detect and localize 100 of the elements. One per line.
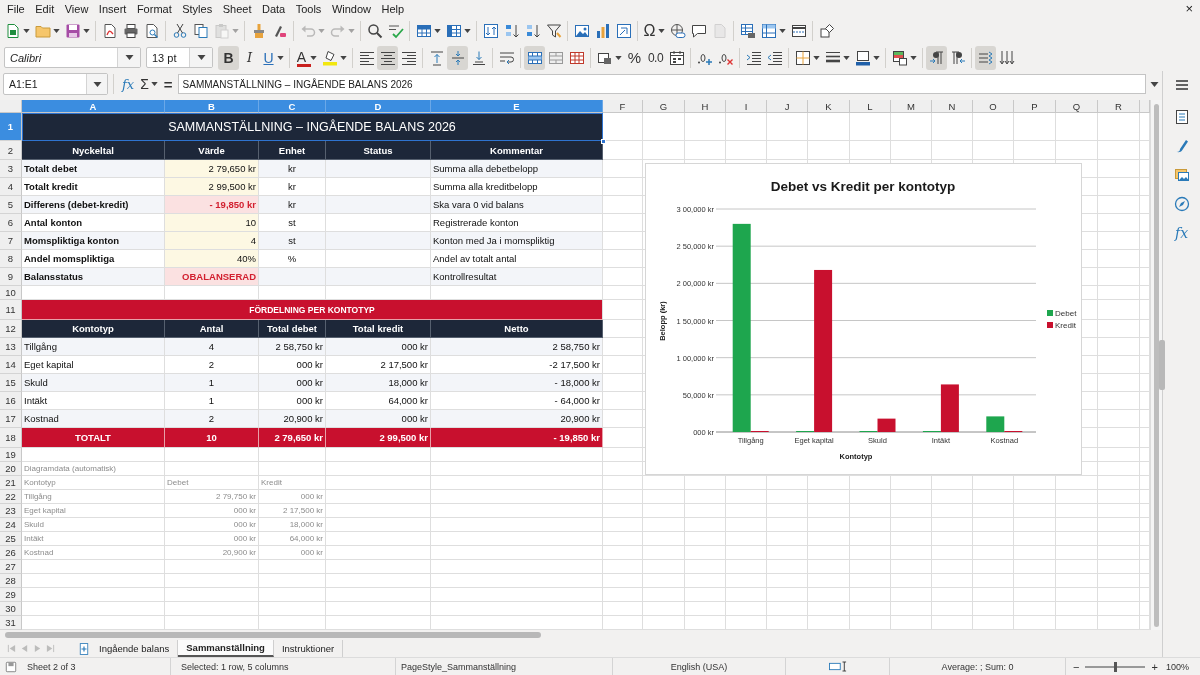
function-wizard-button[interactable]: fx	[120, 73, 137, 95]
column-header[interactable]: J	[767, 100, 808, 113]
column-header[interactable]: G	[643, 100, 685, 113]
row-header[interactable]: 16	[0, 392, 22, 410]
menu-item[interactable]: File	[2, 2, 30, 15]
row-header[interactable]: 15	[0, 374, 22, 392]
row-header[interactable]: 25	[0, 532, 22, 546]
row-header[interactable]: 27	[0, 560, 22, 574]
column-header[interactable]: H	[685, 100, 726, 113]
column-header[interactable]: P	[1014, 100, 1056, 113]
zoom-out-button[interactable]: −	[1071, 660, 1082, 673]
menu-item[interactable]: Window	[326, 2, 376, 15]
merge-center-button[interactable]	[524, 45, 545, 70]
zoom-percentage[interactable]: 100%	[1165, 661, 1189, 672]
column-heading: Status	[326, 141, 431, 160]
add-sheet-button[interactable]	[77, 640, 91, 657]
font-name-field[interactable]: Calibri	[4, 47, 141, 68]
bold-button[interactable]: B	[218, 45, 239, 70]
scissors-icon	[171, 22, 188, 39]
row-header[interactable]: 29	[0, 588, 22, 602]
column-header[interactable]: L	[850, 100, 891, 113]
table-cell: OBALANSERAD	[165, 268, 259, 286]
pilcrow-arrow-icon	[949, 49, 966, 66]
row-header[interactable]: 28	[0, 574, 22, 588]
functions-button[interactable]: fx	[1167, 219, 1196, 247]
column-header[interactable]: R	[1098, 100, 1140, 113]
vertical-scrollbar[interactable]	[1150, 100, 1162, 630]
row-header[interactable]: 21	[0, 476, 22, 490]
row-header[interactable]: 2	[0, 141, 22, 160]
row-header[interactable]: 30	[0, 602, 22, 616]
row-header[interactable]: 4	[0, 178, 22, 196]
scrollbar-thumb[interactable]	[5, 632, 541, 638]
column-header[interactable]: I	[726, 100, 767, 113]
column-header[interactable]: F	[603, 100, 643, 113]
fill-handle[interactable]	[601, 139, 606, 144]
row-header[interactable]: 24	[0, 518, 22, 532]
table-cell: Tillgång	[22, 338, 165, 356]
row-header[interactable]: 14	[0, 356, 22, 374]
column-header[interactable]: O	[973, 100, 1014, 113]
row-header[interactable]: 10	[0, 286, 22, 300]
sidebar-handle[interactable]	[1159, 340, 1165, 390]
close-button[interactable]: ×	[1178, 2, 1200, 15]
menu-item[interactable]: Insert	[93, 2, 132, 15]
sum-button[interactable]: Σ	[138, 73, 160, 95]
align-center-button[interactable]	[377, 45, 398, 70]
row-header[interactable]: 12	[0, 320, 22, 338]
name-box[interactable]: A1:E1	[3, 73, 108, 95]
formula-button[interactable]: =	[161, 73, 175, 95]
percent-button[interactable]: %	[624, 45, 645, 70]
underline-button[interactable]: U	[260, 45, 286, 70]
row-header[interactable]: 11	[0, 300, 22, 320]
search-icon	[366, 22, 383, 39]
font-size-field[interactable]: 13 pt	[146, 47, 213, 68]
language[interactable]: English (USA)	[670, 661, 728, 672]
text-direction-button[interactable]	[975, 45, 996, 70]
menu-item[interactable]: Styles	[177, 2, 218, 15]
legend-label: Debet	[1055, 309, 1077, 318]
row-header[interactable]: 20	[0, 462, 22, 476]
row-header[interactable]: 13	[0, 338, 22, 356]
italic-button[interactable]: I	[239, 45, 260, 70]
dropdown-button[interactable]	[117, 48, 140, 67]
left-to-right-button[interactable]	[926, 45, 947, 70]
dropdown-button[interactable]	[86, 74, 107, 94]
scrollbar-thumb[interactable]	[1154, 104, 1159, 627]
row-header[interactable]: 19	[0, 448, 22, 462]
row-header[interactable]: 5	[0, 196, 22, 214]
menu-item[interactable]: Tools	[290, 2, 327, 15]
number-button[interactable]: 0.0	[645, 45, 666, 70]
formula-input[interactable]: SAMMANSTÄLLNING – INGÅENDE BALANS 2026	[177, 74, 1146, 94]
caret-icon	[1149, 81, 1159, 87]
dropdown-button[interactable]	[189, 48, 212, 67]
sheet-tab[interactable]: Sammanställning	[178, 640, 274, 657]
zoom-in-button[interactable]: +	[1149, 660, 1160, 673]
row-header[interactable]: 18	[0, 428, 22, 448]
font-color-button[interactable]: A	[293, 45, 319, 70]
row-header[interactable]: 9	[0, 268, 22, 286]
column-header[interactable]: Q	[1056, 100, 1098, 113]
column-header[interactable]: K	[808, 100, 850, 113]
row-header[interactable]: 6	[0, 214, 22, 232]
slider-thumb[interactable]	[1114, 661, 1118, 672]
frame-text-cursor-icon[interactable]	[828, 661, 847, 672]
menu-item[interactable]: Format	[131, 2, 177, 15]
menu-item[interactable]: Data	[256, 2, 291, 15]
row-header[interactable]: 23	[0, 504, 22, 518]
column-header[interactable]: M	[891, 100, 932, 113]
special-character-button[interactable]: Ω	[641, 18, 667, 43]
menu-item[interactable]: Sheet	[217, 2, 257, 15]
document-magnifier-icon	[143, 22, 160, 39]
menu-item[interactable]: View	[59, 2, 94, 15]
menu-item[interactable]: Help	[376, 2, 410, 15]
sheet-tab[interactable]: Instruktioner	[273, 640, 344, 657]
menu-item[interactable]: Edit	[30, 2, 60, 15]
row-header[interactable]: 3	[0, 160, 22, 178]
row-header[interactable]: 31	[0, 616, 22, 630]
row-header[interactable]: 8	[0, 250, 22, 268]
row-header[interactable]: 22	[0, 490, 22, 504]
column-header[interactable]: N	[932, 100, 973, 113]
row-header[interactable]: 7	[0, 232, 22, 250]
row-header[interactable]: 17	[0, 410, 22, 428]
row-header[interactable]: 26	[0, 546, 22, 560]
